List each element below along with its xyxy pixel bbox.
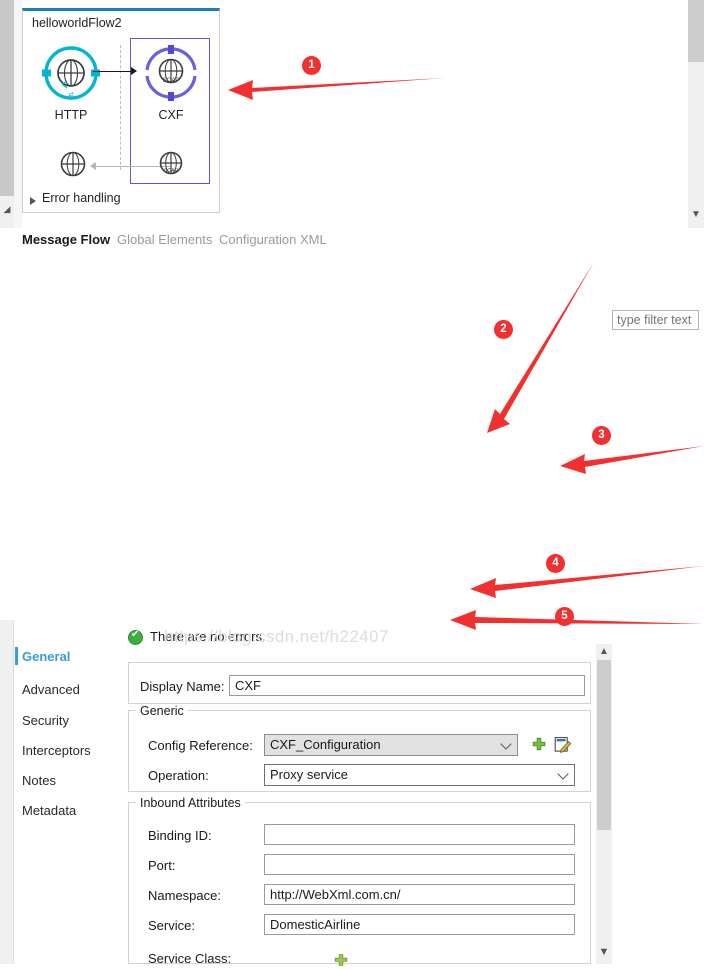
properties-nav-list <box>15 620 120 964</box>
port-input[interactable] <box>264 854 575 875</box>
chevron-up-icon[interactable]: ▲ <box>596 644 612 659</box>
sidebar-item-advanced[interactable]: Advanced <box>22 682 80 697</box>
flow-node-cxf-label: CXF <box>158 108 184 122</box>
flow-node-cxf-response[interactable]: SOAP <box>156 150 186 180</box>
tab-configuration-xml[interactable]: Configuration XML <box>219 232 327 247</box>
globe-soap-icon: SOAP <box>145 45 197 101</box>
add-config-button[interactable] <box>531 737 547 753</box>
globe-icon: ⇄ <box>42 46 100 100</box>
add-service-class-button[interactable] <box>334 954 348 966</box>
service-input[interactable] <box>264 914 575 935</box>
flow-node-cxf[interactable]: SOAP <box>142 44 200 102</box>
canvas-scrollbar-thumb[interactable] <box>688 0 704 62</box>
globe-icon <box>60 151 86 177</box>
config-reference-value: CXF_Configuration <box>270 737 381 752</box>
properties-left-gutter <box>0 620 14 964</box>
binding-id-input[interactable] <box>264 824 575 845</box>
inbound-attributes-legend: Inbound Attributes <box>136 796 245 810</box>
display-name-label: Display Name: <box>140 679 225 694</box>
sidebar-item-security[interactable]: Security <box>22 713 69 728</box>
sidebar-item-general[interactable]: General <box>22 649 70 664</box>
svg-text:SOAP: SOAP <box>163 78 180 84</box>
binding-id-label: Binding ID: <box>148 828 212 843</box>
config-reference-select[interactable]: CXF_Configuration <box>264 734 518 756</box>
canvas-left-padding <box>14 0 22 228</box>
service-label: Service: <box>148 918 195 933</box>
annotation-badge-2: 2 <box>494 320 513 339</box>
properties-panel: General Advanced Security Interceptors N… <box>0 310 704 966</box>
tab-message-flow[interactable]: Message Flow <box>22 232 110 247</box>
expand-triangle-icon[interactable] <box>30 197 36 205</box>
flow-node-http-response[interactable] <box>58 150 88 180</box>
error-handling-section[interactable]: Error handling <box>30 191 210 211</box>
namespace-label: Namespace: <box>148 888 221 903</box>
service-class-label: Service Class: <box>148 951 232 966</box>
canvas-left-gutter <box>0 0 14 196</box>
plus-icon <box>532 737 546 751</box>
annotation-badge-3: 3 <box>592 426 611 445</box>
globe-soap-icon: SOAP <box>159 151 183 175</box>
properties-scrollbar-thumb[interactable] <box>597 660 611 830</box>
edit-pencil-icon <box>554 737 572 753</box>
edit-config-button[interactable] <box>554 736 572 753</box>
display-name-input[interactable] <box>229 675 585 696</box>
view-tab-bar-region: CXF ✕ Problems Console <box>0 258 704 566</box>
flow-node-http[interactable]: ⇄ <box>42 44 100 102</box>
flow-node-http-label: HTTP <box>54 108 88 122</box>
port-label: Port: <box>148 858 176 873</box>
generic-group-legend: Generic <box>136 704 188 718</box>
chevron-down-icon[interactable]: ▼ <box>596 945 612 960</box>
namespace-input[interactable] <box>264 884 575 905</box>
nav-active-indicator <box>15 647 18 665</box>
operation-select[interactable]: Proxy service <box>264 764 575 786</box>
operation-label: Operation: <box>148 768 209 783</box>
error-handling-label: Error handling <box>42 191 121 205</box>
chevron-down-icon[interactable] <box>500 738 512 750</box>
success-check-icon <box>128 629 143 645</box>
plus-icon <box>334 954 348 966</box>
flow-canvas-region: ◢ helloworldFlow2 ⇄ HTTP SOAP CXF SOAP E… <box>0 0 704 228</box>
sidebar-item-interceptors[interactable]: Interceptors <box>22 743 91 758</box>
flow-connector-http-to-cxf <box>93 71 135 72</box>
annotation-badge-5: 5 <box>555 607 574 626</box>
flow-lane-divider <box>120 45 121 170</box>
sidebar-item-metadata[interactable]: Metadata <box>22 803 76 818</box>
config-reference-label: Config Reference: <box>148 738 253 753</box>
chevron-down-icon[interactable]: ▼ <box>688 206 704 224</box>
status-message: There are no errors. <box>128 628 428 648</box>
svg-text:SOAP: SOAP <box>164 168 179 174</box>
filter-input[interactable] <box>612 310 699 330</box>
sidebar-item-notes[interactable]: Notes <box>22 773 56 788</box>
annotation-badge-4: 4 <box>546 554 565 573</box>
status-message-text: There are no errors. <box>150 629 266 644</box>
datasense-panel: Input Outp Payload Unknow Flow Variab Se… <box>612 310 704 654</box>
tab-global-elements[interactable]: Global Elements <box>117 232 212 247</box>
collapse-arrow-icon[interactable]: ◢ <box>2 204 12 214</box>
flow-title: helloworldFlow2 <box>32 16 122 30</box>
annotation-badge-1: 1 <box>302 56 321 75</box>
flow-connector-arrowhead <box>131 67 137 75</box>
operation-value: Proxy service <box>270 767 349 782</box>
editor-tab-strip: Message Flow Global Elements Configurati… <box>14 228 704 256</box>
svg-text:⇄: ⇄ <box>68 91 73 98</box>
chevron-down-icon[interactable] <box>557 768 569 780</box>
flow-connector-arrowhead-reverse <box>90 162 96 170</box>
